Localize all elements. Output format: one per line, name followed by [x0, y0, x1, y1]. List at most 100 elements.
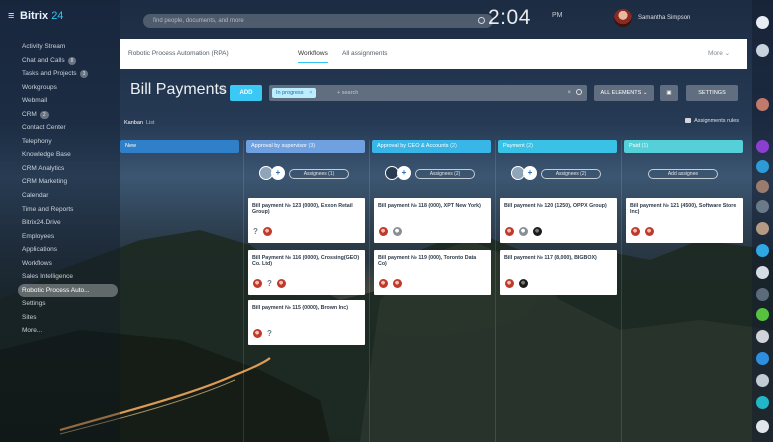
- column-header[interactable]: Payment (2): [498, 140, 617, 153]
- sidebar-item[interactable]: Workgroups: [22, 81, 118, 95]
- add-assignee-button[interactable]: Add assignee: [648, 169, 718, 179]
- search-icon[interactable]: [576, 89, 582, 95]
- sidebar-item[interactable]: Sales Intelligence: [22, 270, 118, 284]
- kanban-card[interactable]: Bill payment № 123 (0000), Exxon Retail …: [248, 198, 365, 243]
- participant-avatar[interactable]: [505, 279, 514, 288]
- open-channel-icon[interactable]: [756, 244, 769, 257]
- kanban-card[interactable]: Bill payment № 118 (000), XPT New York): [374, 198, 491, 243]
- participant-avatar[interactable]: [645, 227, 654, 236]
- view-kanban-tab[interactable]: Kanban: [124, 120, 143, 126]
- kanban-card[interactable]: Bill Payment № 116 (0000), Crossing(GEO)…: [248, 250, 365, 295]
- contact-avatar-icon[interactable]: [756, 374, 769, 387]
- clear-icon[interactable]: ×: [567, 85, 571, 101]
- add-avatar-icon[interactable]: +: [271, 166, 285, 180]
- contact-avatar-icon[interactable]: [756, 222, 769, 235]
- participant-avatar[interactable]: [631, 227, 640, 236]
- assignee-avatars[interactable]: +: [385, 166, 413, 182]
- card-title[interactable]: Bill payment № 120 (1250), OPPX Group): [504, 203, 612, 209]
- assignees-dropdown[interactable]: Assignees (2): [415, 169, 475, 179]
- participant-avatar[interactable]: [505, 227, 514, 236]
- participant-avatar[interactable]: [253, 279, 262, 288]
- sidebar-item[interactable]: Applications: [22, 243, 118, 257]
- sidebar-item[interactable]: Robotic Process Auto...: [18, 283, 118, 298]
- sidebar-item[interactable]: CRM 2: [22, 108, 118, 122]
- user-avatar[interactable]: [614, 9, 632, 27]
- sidebar-item[interactable]: Tasks and Projects 3: [22, 67, 118, 81]
- brand-logo[interactable]: ≡ Bitrix 24: [8, 10, 63, 22]
- contact-avatar-icon[interactable]: [756, 200, 769, 213]
- sidebar-item[interactable]: Calendar: [22, 189, 118, 203]
- kanban-card[interactable]: Bill payment № 119 (000), Toronto Data C…: [374, 250, 491, 295]
- view-list-tab[interactable]: List: [146, 120, 155, 126]
- filter-search-input[interactable]: In progress × + search ×: [269, 85, 587, 101]
- participant-avatar[interactable]: [519, 279, 528, 288]
- sidebar-item[interactable]: Settings: [22, 297, 118, 311]
- kanban-card[interactable]: Bill payment № 121 (4500), Software Stor…: [626, 198, 743, 243]
- add-avatar-icon[interactable]: +: [523, 166, 537, 180]
- participant-avatar[interactable]: [519, 227, 528, 236]
- column-header[interactable]: New: [120, 140, 239, 153]
- search-input[interactable]: find people, documents, and more: [143, 14, 493, 28]
- settings-button[interactable]: SETTINGS: [686, 85, 738, 101]
- sidebar-item[interactable]: Sites: [22, 311, 118, 325]
- filter-chip[interactable]: In progress ×: [272, 88, 316, 98]
- tab-rpa[interactable]: Robotic Process Automation (RPA): [128, 39, 229, 69]
- contact-avatar-icon[interactable]: [756, 330, 769, 343]
- add-avatar-icon[interactable]: +: [397, 166, 411, 180]
- column-header[interactable]: Paid (1): [624, 140, 743, 153]
- contact-avatar-icon[interactable]: [756, 266, 769, 279]
- sidebar-item[interactable]: Activity Stream: [22, 40, 118, 54]
- card-title[interactable]: Bill payment № 117 (8,000), BIGBOX): [504, 255, 612, 261]
- sidebar-item[interactable]: Workflows: [22, 257, 118, 271]
- tab-workflows[interactable]: Workflows: [298, 39, 328, 69]
- lock-button[interactable]: ▣: [660, 85, 678, 101]
- menu-icon[interactable]: ≡: [8, 10, 17, 22]
- column-header[interactable]: Approval by supervisor (3): [246, 140, 365, 153]
- sidebar-item[interactable]: Contact Center: [22, 121, 118, 135]
- question-icon[interactable]: ?: [267, 329, 272, 338]
- card-title[interactable]: Bill payment № 121 (4500), Software Stor…: [630, 203, 738, 216]
- blue-chat-icon[interactable]: [756, 352, 769, 365]
- chat-icon[interactable]: [756, 44, 769, 57]
- card-title[interactable]: Bill Payment № 116 (0000), Crossing(GEO)…: [252, 255, 360, 268]
- participant-avatar[interactable]: [533, 227, 542, 236]
- sidebar-item[interactable]: Employees: [22, 230, 118, 244]
- messenger-icon[interactable]: [756, 140, 769, 153]
- kanban-card[interactable]: Bill payment № 115 (0000), Brown Inc)?: [248, 300, 365, 345]
- assignees-dropdown[interactable]: Assignees (2): [541, 169, 601, 179]
- kanban-card[interactable]: Bill payment № 117 (8,000), BIGBOX): [500, 250, 617, 295]
- assignments-rules-button[interactable]: Assignments rules: [685, 118, 739, 124]
- close-icon[interactable]: ×: [309, 88, 312, 98]
- question-icon[interactable]: ?: [267, 279, 272, 288]
- contact-avatar-icon[interactable]: [756, 98, 769, 111]
- sidebar-item[interactable]: More...: [22, 324, 118, 338]
- sidebar-item[interactable]: Knowledge Base: [22, 148, 118, 162]
- participant-avatar[interactable]: [253, 329, 262, 338]
- assignee-avatars[interactable]: +: [511, 166, 539, 182]
- participant-avatar[interactable]: [379, 279, 388, 288]
- tab-all-assignments[interactable]: All assignments: [342, 39, 388, 69]
- participant-avatar[interactable]: [379, 227, 388, 236]
- participant-avatar[interactable]: [263, 227, 272, 236]
- notifications-icon[interactable]: [756, 16, 769, 29]
- all-elements-button[interactable]: ALL ELEMENTS ⌄: [594, 85, 654, 101]
- participant-avatar[interactable]: [393, 279, 402, 288]
- card-title[interactable]: Bill payment № 123 (0000), Exxon Retail …: [252, 203, 360, 216]
- card-title[interactable]: Bill payment № 118 (000), XPT New York): [378, 203, 486, 209]
- assignees-dropdown[interactable]: Assignees (1): [289, 169, 349, 179]
- assignee-avatars[interactable]: +: [259, 166, 287, 182]
- star-icon[interactable]: ☆: [218, 85, 227, 96]
- kanban-card[interactable]: Bill payment № 120 (1250), OPPX Group): [500, 198, 617, 243]
- tabs-more-button[interactable]: More ⌄: [708, 39, 730, 69]
- search-icon[interactable]: [478, 17, 485, 24]
- sidebar-item[interactable]: Webmail: [22, 94, 118, 108]
- sidebar-item[interactable]: Telephony: [22, 135, 118, 149]
- card-title[interactable]: Bill payment № 119 (000), Toronto Data C…: [378, 255, 486, 268]
- search-contacts-icon[interactable]: [756, 420, 769, 433]
- add-button[interactable]: ADD: [230, 85, 262, 101]
- sidebar-item[interactable]: Time and Reports: [22, 203, 118, 217]
- sidebar-item[interactable]: Chat and Calls 8: [22, 54, 118, 68]
- sidebar-item[interactable]: CRM Marketing: [22, 175, 118, 189]
- participant-avatar[interactable]: [277, 279, 286, 288]
- user-name[interactable]: Samantha Simpson: [638, 15, 690, 21]
